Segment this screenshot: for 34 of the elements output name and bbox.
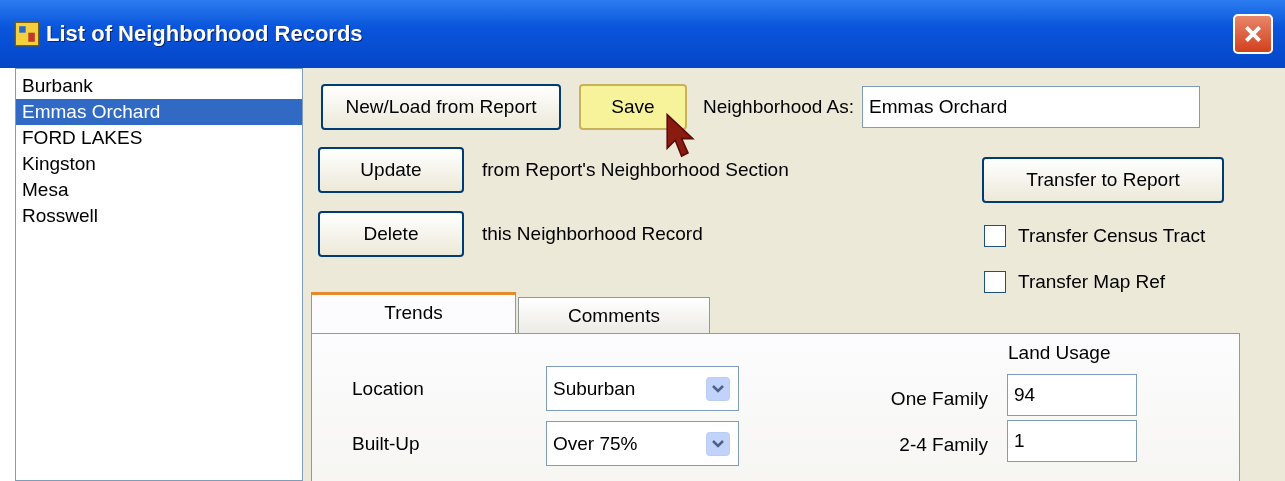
list-item[interactable]: Mesa	[16, 177, 302, 203]
checkbox-label: Transfer Census Tract	[1018, 225, 1206, 247]
list-item[interactable]: Kingston	[16, 151, 302, 177]
app-icon	[14, 21, 40, 47]
field-label: 2-4 Family	[898, 433, 988, 456]
section-heading: Land Usage	[1007, 342, 1112, 365]
field-label: Built-Up	[352, 432, 421, 455]
close-button[interactable]	[1233, 14, 1273, 54]
list-item[interactable]: Emmas Orchard	[16, 99, 302, 125]
checkbox-label: Transfer Map Ref	[1018, 271, 1166, 293]
list-item[interactable]: Burbank	[16, 73, 302, 99]
load-button[interactable]: New/Load from Report	[321, 84, 561, 130]
dropdown[interactable]: Suburban	[546, 366, 739, 411]
action-note: this Neighborhood Record	[482, 223, 703, 245]
usage-field[interactable]: 1	[1007, 420, 1137, 462]
name-field[interactable]: Emmas Orchard	[862, 86, 1201, 128]
usage-field[interactable]: 94	[1007, 374, 1137, 416]
close-icon	[1242, 23, 1264, 45]
tab[interactable]: Trends	[311, 292, 516, 333]
action-button[interactable]: Update	[318, 147, 464, 193]
transfer-button[interactable]: Transfer to Report	[982, 157, 1224, 203]
field-label: One Family	[889, 387, 988, 410]
checkbox[interactable]	[984, 271, 1006, 293]
checkbox[interactable]	[984, 225, 1006, 247]
action-note: from Report's Neighborhood Section	[482, 159, 789, 181]
save-button[interactable]: Save	[579, 84, 687, 130]
list-item[interactable]: FORD LAKES	[16, 125, 302, 151]
list-item[interactable]: Rosswell	[16, 203, 302, 229]
action-button[interactable]: Delete	[318, 211, 464, 257]
tab[interactable]: Comments	[518, 297, 710, 333]
window-title: List of Neighborhood Records	[46, 21, 363, 47]
field-label: Location	[352, 377, 425, 400]
name-label: Neighborhood As:	[703, 96, 855, 118]
dropdown[interactable]: Over 75%	[546, 421, 739, 466]
